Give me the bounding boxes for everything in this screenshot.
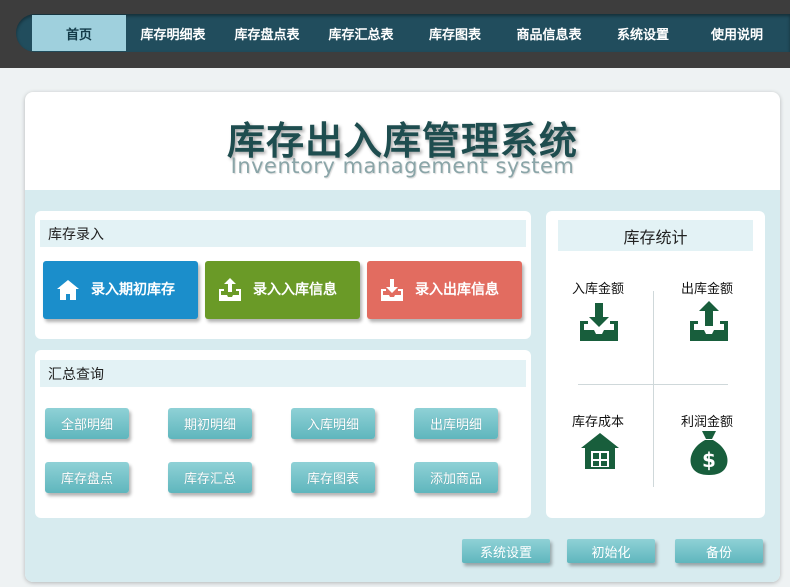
stocktake-button[interactable]: 库存盘点 — [45, 462, 129, 493]
enter-outbound-button[interactable]: 录入出库信息 — [367, 261, 522, 319]
nav-item-inventory-detail[interactable]: 库存明细表 — [126, 14, 220, 52]
inventory-chart-button[interactable]: 库存图表 — [291, 462, 375, 493]
outbound-detail-button[interactable]: 出库明细 — [414, 408, 498, 439]
money-bag-icon: $ — [686, 429, 732, 475]
system-settings-button[interactable]: 系统设置 — [462, 539, 550, 563]
page-subtitle: Inventory management system — [230, 154, 575, 178]
nav-item-product-info[interactable]: 商品信息表 — [502, 14, 596, 52]
add-product-button[interactable]: 添加商品 — [414, 462, 498, 493]
nav-item-stocktake[interactable]: 库存盘点表 — [220, 14, 314, 52]
stats-panel-header: 库存统计 — [558, 220, 753, 251]
tray-download-icon — [377, 275, 407, 305]
tray-upload-icon — [686, 299, 732, 345]
all-detail-button[interactable]: 全部明细 — [45, 408, 129, 439]
enter-opening-stock-button[interactable]: 录入期初库存 — [43, 261, 198, 319]
nav-item-inventory-summary[interactable]: 库存汇总表 — [314, 14, 408, 52]
query-panel-header: 汇总查询 — [40, 360, 526, 387]
stats-horizontal-divider — [578, 384, 728, 385]
stats-panel: 库存统计 入库金额 出库金额 库存成本 利润金额 $ — [546, 211, 765, 518]
stats-vertical-divider — [653, 291, 654, 487]
enter-outbound-label: 录入出库信息 — [415, 282, 499, 298]
initialize-button[interactable]: 初始化 — [567, 539, 655, 563]
home-icon — [53, 275, 83, 305]
svg-text:$: $ — [702, 448, 716, 472]
content-area: 库存录入 录入期初库存 录入入库信息 录入出库信息 汇总查询 全部明细 期初明细… — [25, 190, 780, 582]
inbound-amount-label: 入库金额 — [571, 282, 624, 297]
inventory-summary-button[interactable]: 库存汇总 — [168, 462, 252, 493]
warehouse-icon — [580, 431, 626, 477]
backup-button[interactable]: 备份 — [675, 539, 763, 563]
query-panel: 汇总查询 全部明细 期初明细 入库明细 出库明细 库存盘点 库存汇总 库存图表 … — [35, 350, 531, 518]
nav-item-inventory-chart[interactable]: 库存图表 — [408, 14, 502, 52]
enter-inbound-label: 录入入库信息 — [253, 282, 337, 298]
top-navigation: 首页 库存明细表 库存盘点表 库存汇总表 库存图表 商品信息表 系统设置 使用说… — [16, 14, 790, 52]
inventory-cost-label: 库存成本 — [571, 415, 624, 430]
nav-item-home[interactable]: 首页 — [32, 15, 126, 51]
tray-upload-icon — [215, 275, 245, 305]
entry-panel-header: 库存录入 — [40, 220, 526, 247]
entry-panel: 库存录入 录入期初库存 录入入库信息 录入出库信息 — [35, 211, 531, 339]
opening-detail-button[interactable]: 期初明细 — [168, 408, 252, 439]
nav-item-system-settings[interactable]: 系统设置 — [596, 14, 690, 52]
main-card: 库存出入库管理系统 Inventory management system 库存… — [25, 92, 780, 582]
tray-download-icon — [576, 299, 622, 345]
enter-inbound-button[interactable]: 录入入库信息 — [205, 261, 360, 319]
nav-item-instructions[interactable]: 使用说明 — [690, 14, 784, 52]
outbound-amount-label: 出库金额 — [680, 282, 733, 297]
enter-opening-stock-label: 录入期初库存 — [91, 282, 175, 298]
profit-amount-label: 利润金额 — [680, 415, 733, 430]
inbound-detail-button[interactable]: 入库明细 — [291, 408, 375, 439]
